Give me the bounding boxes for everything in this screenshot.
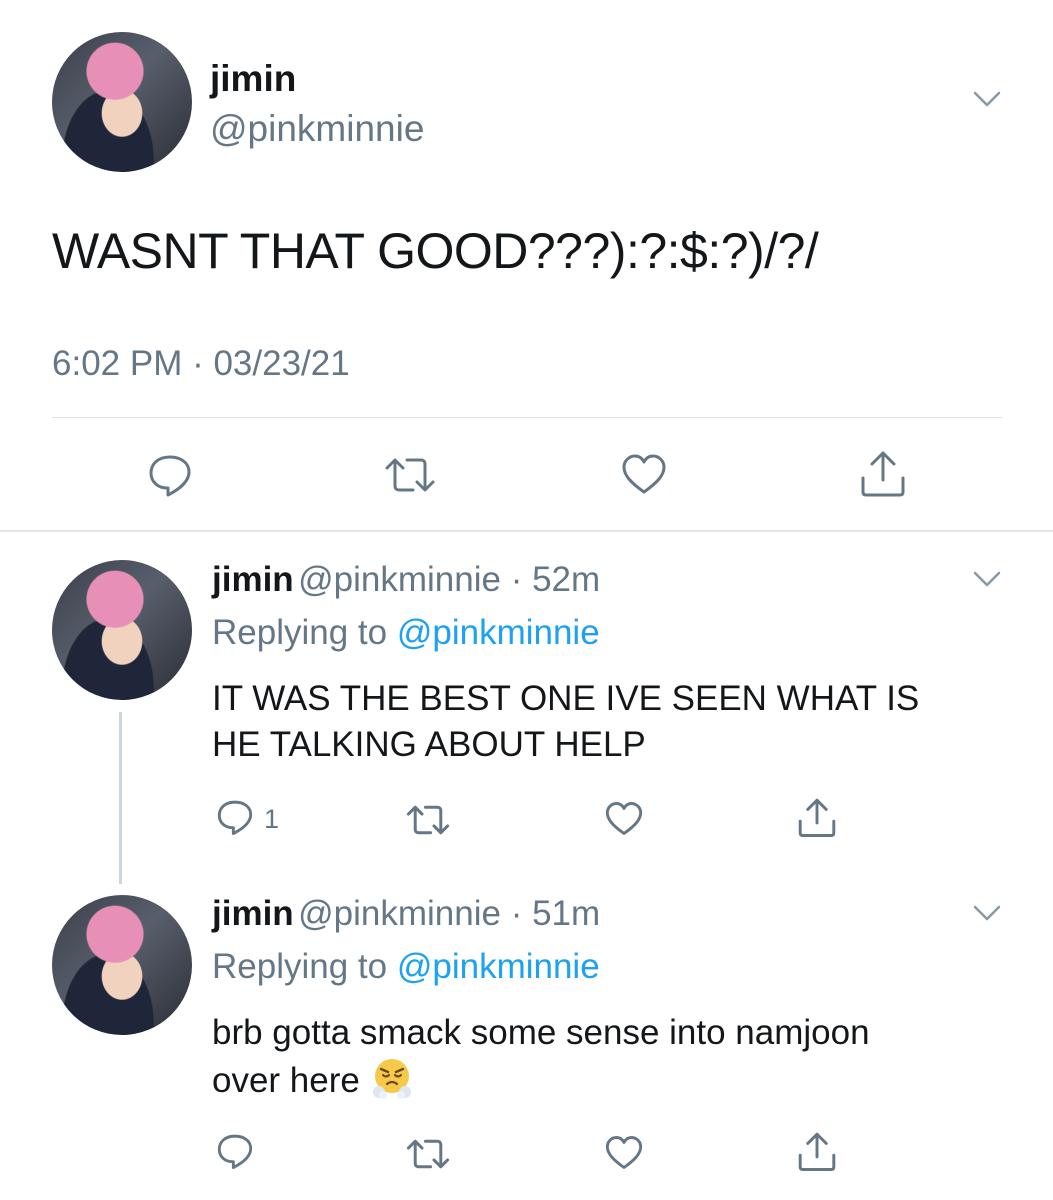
reply-text: brb gotta smack some sense into namjoon …: [212, 1013, 870, 1100]
retweet-icon[interactable]: [405, 1134, 451, 1174]
section-divider: [0, 530, 1053, 532]
share-icon[interactable]: [796, 796, 838, 838]
tweet-timestamp[interactable]: 6:02 PM · 03/23/21: [52, 344, 350, 384]
author-name[interactable]: jimin: [210, 58, 296, 100]
tweet-text: WASNT THAT GOOD???):?:$:?)/?/: [52, 223, 819, 279]
like-icon[interactable]: [620, 452, 668, 496]
chevron-down-icon[interactable]: [972, 902, 1002, 924]
reply-icon[interactable]: [146, 452, 194, 498]
reply-text: IT WAS THE BEST ONE IVE SEEN WHAT IS HE …: [212, 679, 920, 764]
avatar[interactable]: [52, 32, 192, 172]
like-icon[interactable]: [604, 800, 644, 837]
share-icon[interactable]: [796, 1130, 838, 1172]
reply-count: 1: [264, 804, 280, 834]
retweet-icon[interactable]: [405, 800, 451, 840]
share-icon[interactable]: [858, 448, 908, 498]
avatar[interactable]: [52, 560, 192, 700]
reply-icon[interactable]: [215, 1132, 255, 1170]
author-meta[interactable]: @pinkminnie · 51m: [298, 894, 600, 933]
avatar[interactable]: [52, 895, 192, 1035]
author-name[interactable]: jimin: [212, 894, 294, 933]
face-with-steam-from-nose-emoji: [370, 1056, 414, 1100]
chevron-down-icon[interactable]: [972, 568, 1002, 590]
author-handle[interactable]: @pinkminnie: [210, 108, 424, 150]
like-icon[interactable]: [604, 1134, 644, 1171]
reply-icon[interactable]: [215, 798, 255, 836]
author-meta[interactable]: @pinkminnie · 52m: [298, 560, 600, 599]
replying-to: Replying to @pinkminnie: [212, 947, 600, 986]
divider: [52, 417, 1002, 418]
mention-link[interactable]: @pinkminnie: [397, 613, 600, 652]
author-name[interactable]: jimin: [212, 560, 294, 599]
chevron-down-icon[interactable]: [972, 88, 1002, 110]
thread-line: [119, 712, 122, 884]
retweet-icon[interactable]: [383, 452, 437, 498]
replying-to: Replying to @pinkminnie: [212, 613, 600, 652]
mention-link[interactable]: @pinkminnie: [397, 947, 600, 986]
